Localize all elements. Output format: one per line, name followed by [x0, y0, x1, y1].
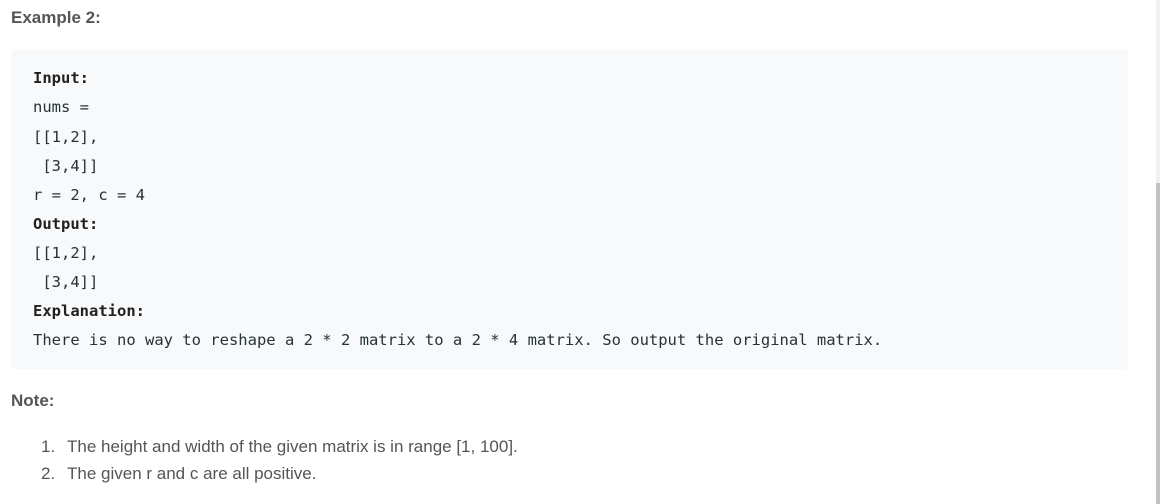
explanation-label: Explanation:: [33, 302, 145, 320]
note-heading: Note:: [11, 391, 55, 410]
code-line-matrix-row2: [3,4]]: [33, 157, 99, 175]
list-item-text: The height and width of the given matrix…: [67, 437, 518, 456]
list-item-number: 1.: [41, 437, 56, 456]
scrollbar-thumb[interactable]: [1156, 183, 1160, 504]
list-item-number: 2.: [41, 464, 56, 483]
code-line-output-row2: [3,4]]: [33, 273, 99, 291]
list-item-text: The given r and c are all positive.: [67, 464, 317, 483]
example-heading: Example 2:: [11, 8, 101, 27]
code-line-r-c: r = 2, c = 4: [33, 186, 145, 204]
output-label: Output:: [33, 215, 99, 233]
input-label: Input:: [33, 69, 89, 87]
code-line-matrix-row1: [[1,2],: [33, 128, 99, 146]
code-line-output-row1: [[1,2],: [33, 244, 99, 262]
code-line-explanation: There is no way to reshape a 2 * 2 matri…: [33, 331, 883, 349]
example-code-block: Input: nums = [[1,2], [3,4]] r = 2, c = …: [11, 50, 1128, 369]
code-line-nums: nums =: [33, 98, 89, 116]
